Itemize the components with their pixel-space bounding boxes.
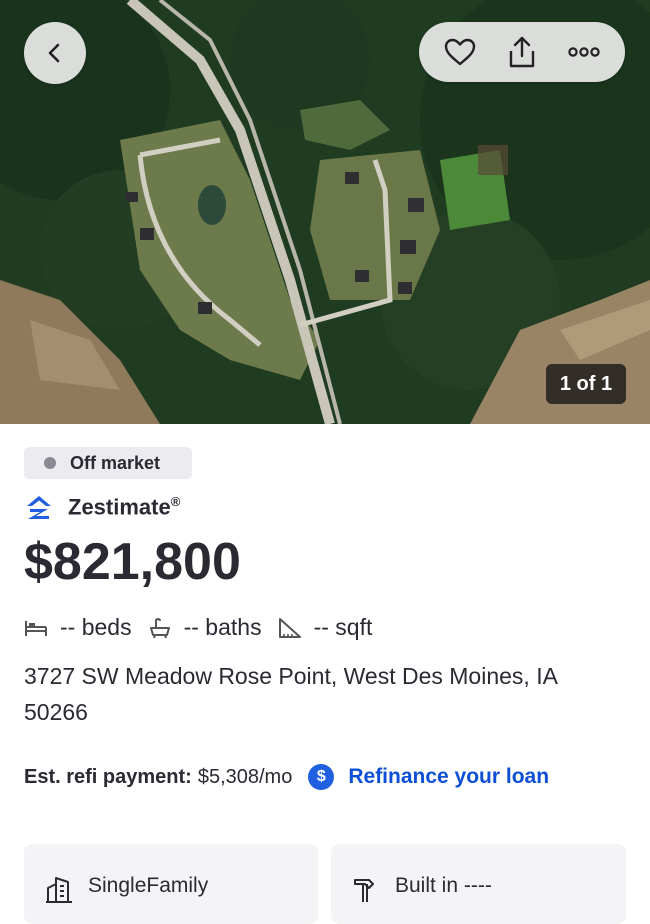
refinance-link-label: Refinance your loan: [348, 765, 550, 788]
home-type-card: SingleFamily: [24, 844, 318, 924]
sqft-value: -- sqft: [313, 614, 373, 640]
baths-value: -- baths: [183, 614, 262, 640]
home-type-label: SingleFamily: [88, 874, 209, 897]
year-built-card: Built in ----: [331, 844, 626, 924]
hammer-icon: [354, 879, 374, 902]
status-badge: Off market: [24, 447, 192, 479]
building-icon: [46, 877, 72, 903]
beds-fact: -- beds: [24, 614, 132, 641]
zestimate-header: Zestimate®: [24, 494, 180, 520]
more-button[interactable]: [562, 30, 606, 74]
ruler-icon: [278, 617, 301, 638]
status-dot-icon: [44, 457, 56, 469]
more-icon: [568, 47, 600, 57]
zestimate-price: $821,800: [24, 533, 241, 591]
sqft-fact: -- sqft: [278, 614, 373, 641]
zillow-logo-icon: [27, 496, 51, 520]
refinance-link[interactable]: $ Refinance your loan: [308, 764, 549, 790]
property-address: 3727 SW Meadow Rose Point, West Des Moin…: [24, 663, 557, 725]
home-facts: -- beds -- baths -- sqft: [24, 614, 388, 641]
back-button[interactable]: [24, 22, 86, 84]
status-label: Off market: [70, 452, 161, 473]
bed-icon: [25, 620, 47, 636]
photo-actions: [419, 22, 625, 82]
refi-value: $5,308/mo: [197, 765, 293, 788]
chevron-left-icon: [48, 43, 60, 63]
beds-value: -- beds: [60, 614, 132, 640]
baths-fact: -- baths: [148, 614, 262, 641]
zestimate-label: Zestimate®: [68, 494, 181, 520]
year-built-label: Built in ----: [395, 874, 492, 897]
bath-icon: [149, 617, 170, 638]
photo-counter: 1 of 1: [546, 364, 626, 404]
refi-label: Est. refi payment:: [24, 765, 192, 788]
share-button[interactable]: [500, 30, 544, 74]
save-button[interactable]: [438, 30, 482, 74]
refi-row: Est. refi payment: $5,308/mo $ Refinance…: [24, 764, 549, 790]
share-icon: [509, 36, 535, 68]
dollar-coin-icon: $: [308, 764, 335, 790]
heart-icon: [444, 38, 476, 66]
